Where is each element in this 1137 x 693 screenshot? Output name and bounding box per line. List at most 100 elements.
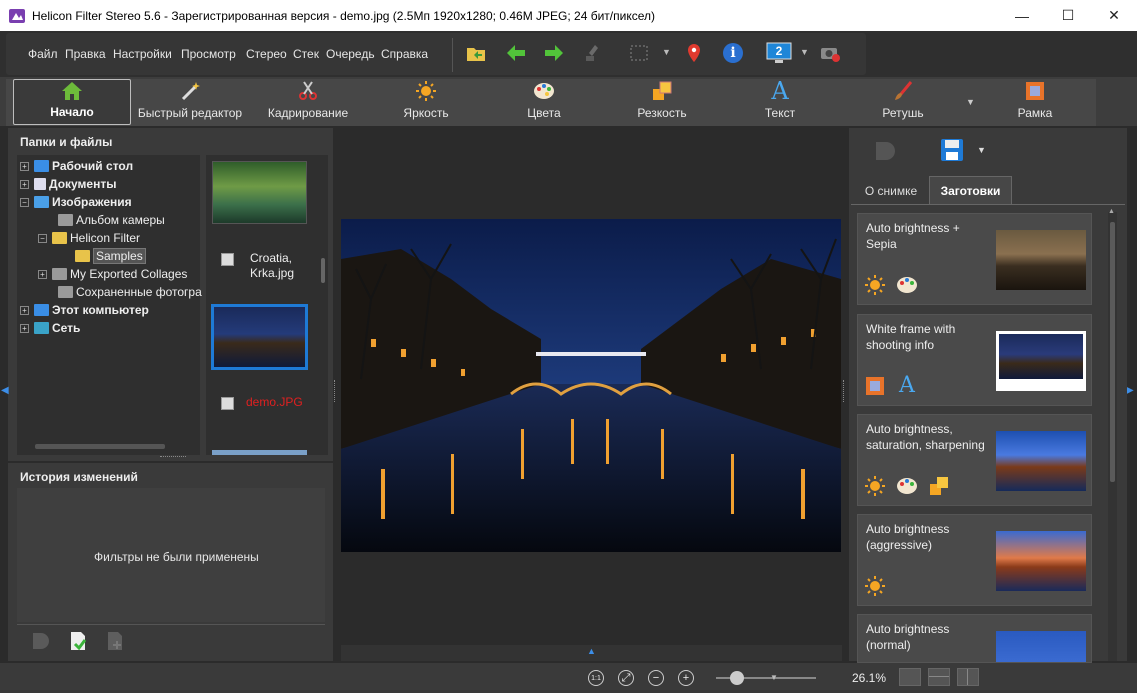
right-splitter[interactable]: [843, 380, 846, 402]
tab-brightness[interactable]: Яркость: [392, 79, 460, 125]
maximize-button[interactable]: ☐: [1045, 0, 1091, 31]
add-to-queue-icon[interactable]: [104, 630, 126, 652]
tab-sharpness[interactable]: Резкость: [630, 79, 694, 125]
menu-queue[interactable]: Очередь: [326, 47, 375, 61]
menu-stereo[interactable]: Стерео: [246, 47, 287, 61]
menu-file[interactable]: Файл: [28, 47, 58, 61]
tab-frame[interactable]: Рамка: [1005, 79, 1065, 125]
minimize-button[interactable]: —: [999, 0, 1045, 31]
undo-icon[interactable]: [30, 630, 52, 652]
tab-presets[interactable]: Заготовки: [929, 176, 1012, 204]
camera-settings-icon[interactable]: [819, 42, 841, 64]
folder-icon: [58, 214, 73, 226]
menu-help[interactable]: Справка: [381, 47, 428, 61]
info-icon[interactable]: i: [722, 42, 744, 64]
tree-item-network[interactable]: + Сеть: [20, 319, 80, 337]
zoom-out-button[interactable]: −: [648, 670, 664, 686]
split-horizontal-icon[interactable]: [928, 668, 950, 686]
menu-stack[interactable]: Стек: [293, 47, 319, 61]
actual-size-button[interactable]: 1:1: [588, 670, 604, 686]
left-splitter[interactable]: [334, 380, 337, 402]
zoom-slider-thumb[interactable]: [730, 671, 744, 685]
selection-dropdown-icon[interactable]: ▼: [662, 47, 671, 57]
tree-item-helicon-filter[interactable]: − Helicon Filter: [38, 229, 140, 247]
preset-card[interactable]: Auto brightness + Sepia: [857, 213, 1092, 305]
monitor-dropdown-icon[interactable]: ▼: [800, 47, 809, 57]
preset-card[interactable]: White frame with shooting info A: [857, 314, 1092, 406]
menu-view[interactable]: Просмотр: [181, 47, 236, 61]
expand-toggle[interactable]: +: [20, 323, 29, 333]
tree-item-desktop[interactable]: + Рабочий стол: [20, 157, 133, 175]
location-pin-icon[interactable]: [683, 42, 705, 64]
tree-item-documents[interactable]: + Документы: [20, 175, 116, 193]
tree-item-saved-photos[interactable]: Сохраненные фотогра: [58, 283, 202, 301]
expand-toggle[interactable]: −: [20, 197, 29, 207]
fit-to-window-icon[interactable]: ⤢: [618, 670, 634, 686]
thumbnail-demo-selected[interactable]: [211, 304, 308, 370]
window-title: Helicon Filter Stereo 5.6 - Зарегистриро…: [32, 8, 655, 23]
thumbnails-scrollbar[interactable]: [321, 258, 325, 283]
tab-text-label: Текст: [764, 106, 796, 120]
selection-icon[interactable]: [628, 42, 650, 64]
scissors-icon: [296, 79, 320, 103]
folder-icon: [52, 268, 67, 280]
tab-text[interactable]: A Текст: [752, 79, 808, 125]
tree-item-camera-roll[interactable]: Альбом камеры: [58, 211, 165, 229]
tree-item-samples[interactable]: Samples: [75, 247, 146, 265]
apply-icon[interactable]: [67, 630, 89, 652]
brush-icon[interactable]: [583, 42, 605, 64]
split-vertical-icon[interactable]: [957, 668, 979, 686]
expand-bottom-icon[interactable]: ▲: [587, 646, 596, 656]
tree-horizontal-scrollbar[interactable]: [35, 444, 165, 449]
single-view-icon[interactable]: [899, 668, 921, 686]
tab-quick-editor[interactable]: Быстрый редактор: [136, 79, 244, 125]
tab-about-photo[interactable]: О снимке: [855, 178, 927, 204]
undo-preset-icon[interactable]: [872, 138, 898, 164]
tree-label: Сеть: [52, 321, 81, 335]
thumbnail-forest[interactable]: [212, 161, 307, 224]
expand-toggle[interactable]: +: [20, 179, 29, 189]
info-glyph: i: [730, 45, 736, 61]
back-arrow-icon[interactable]: [505, 42, 527, 64]
tree-item-this-pc[interactable]: + Этот компьютер: [20, 301, 149, 319]
tree-label: Документы: [49, 177, 117, 191]
expand-toggle[interactable]: −: [38, 233, 47, 243]
open-folder-icon[interactable]: [465, 42, 487, 64]
computer-icon: [34, 304, 49, 316]
collapse-right-icon[interactable]: ▶: [1126, 385, 1134, 396]
preset-title: Auto brightness + Sepia: [866, 221, 960, 251]
tree-item-exported-collages[interactable]: + My Exported Collages: [38, 265, 187, 283]
tab-retouch[interactable]: Ретушь: [872, 79, 934, 125]
panel-resize-grip[interactable]: [160, 456, 186, 460]
tab-crop[interactable]: Кадрирование: [262, 79, 354, 125]
menu-edit[interactable]: Правка: [65, 47, 106, 61]
preset-card[interactable]: Auto brightness (normal): [857, 614, 1092, 663]
expand-toggle[interactable]: +: [20, 161, 29, 171]
tab-home[interactable]: Начало: [13, 79, 131, 125]
scroll-up-icon[interactable]: ▲: [1108, 208, 1115, 215]
menu-settings[interactable]: Настройки: [113, 47, 172, 61]
tree-item-pictures[interactable]: − Изображения: [20, 193, 132, 211]
tab-colors[interactable]: Цвета: [512, 79, 576, 125]
file-checkbox[interactable]: [221, 253, 234, 266]
close-button[interactable]: ✕: [1091, 0, 1137, 31]
expand-toggle[interactable]: +: [38, 269, 47, 279]
file-checkbox[interactable]: [221, 397, 234, 410]
forward-arrow-icon[interactable]: [543, 42, 565, 64]
presets-scrollbar-thumb[interactable]: [1110, 222, 1115, 482]
expand-toggle[interactable]: +: [20, 305, 29, 315]
history-title: История изменений: [20, 470, 138, 484]
ribbon-more-icon[interactable]: ▼: [966, 97, 975, 107]
save-dropdown-icon[interactable]: ▼: [977, 145, 986, 155]
tab-retouch-label: Ретушь: [882, 106, 924, 120]
monitor-icon[interactable]: 2: [766, 42, 792, 64]
zoom-dropdown-icon[interactable]: ▼: [770, 673, 778, 682]
preset-card[interactable]: Auto brightness (aggressive): [857, 514, 1092, 606]
magic-wand-icon: [178, 79, 202, 103]
save-icon[interactable]: [939, 137, 965, 163]
preset-card[interactable]: Auto brightness, saturation, sharpening: [857, 414, 1092, 506]
collapse-left-icon[interactable]: ◀: [1, 385, 9, 396]
main-image[interactable]: [341, 219, 841, 552]
file-name-demo: demo.JPG: [246, 395, 303, 409]
zoom-in-button[interactable]: +: [678, 670, 694, 686]
